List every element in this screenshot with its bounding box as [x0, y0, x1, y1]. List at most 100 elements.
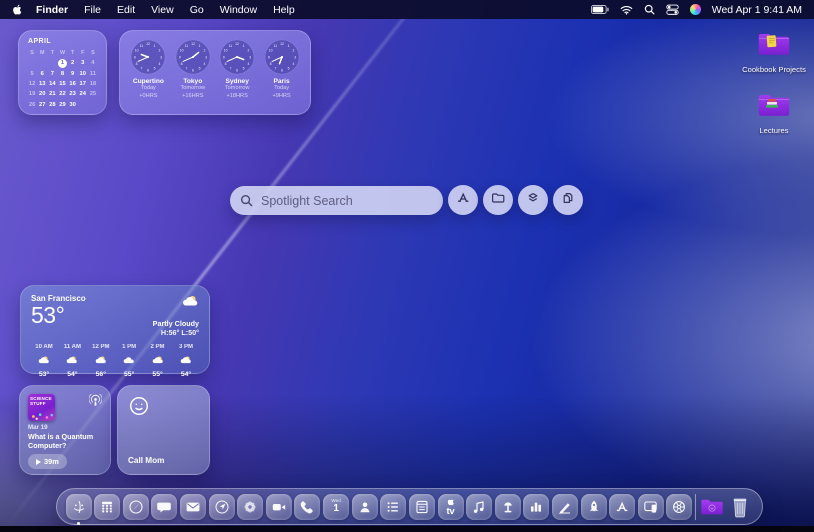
calendar-day[interactable]: 17: [78, 79, 88, 89]
calendar-day[interactable]: 28: [47, 99, 57, 109]
dock-item-reminders[interactable]: [380, 494, 406, 520]
dock-item-facetime[interactable]: [266, 494, 292, 520]
calendar-day[interactable]: 7: [47, 69, 57, 79]
menu-item-file[interactable]: File: [76, 4, 109, 16]
calendar-day[interactable]: 19: [27, 89, 37, 99]
calendar-day[interactable]: 15: [57, 79, 67, 89]
calendar-day[interactable]: 30: [68, 99, 78, 109]
calendar-day[interactable]: 12: [27, 79, 37, 89]
menu-item-view[interactable]: View: [143, 4, 182, 16]
clipboard-filter-button[interactable]: [553, 185, 583, 215]
dock-item-tv[interactable]: tv: [438, 494, 464, 520]
apple-menu-icon[interactable]: [12, 3, 24, 17]
calendar-day[interactable]: 3: [78, 58, 88, 68]
menu-item-go[interactable]: Go: [182, 4, 212, 16]
dock-item-downloads-folder[interactable]: [699, 494, 725, 520]
dock-item-keynote[interactable]: [495, 494, 521, 520]
calendar-widget[interactable]: APRIL SMTWTFS123456789101112131415161718…: [18, 30, 107, 115]
dock-item-messages[interactable]: [151, 494, 177, 520]
dock-item-apps-grid[interactable]: [94, 494, 120, 520]
calendar-day[interactable]: 22: [57, 89, 67, 99]
files-filter-button[interactable]: [483, 185, 513, 215]
shortcuts-filter-button[interactable]: [518, 185, 548, 215]
world-clock-tokyo[interactable]: 123456789101112 TokyoTomorrow+16HRS: [171, 39, 215, 108]
spotlight-search-input[interactable]: [259, 193, 429, 209]
calendar-weekday: S: [27, 48, 37, 58]
dock-item-games-rocket[interactable]: [581, 494, 607, 520]
hour-temp: 55°: [124, 371, 134, 378]
weather-right: Partly Cloudy H:56° L:50°: [153, 294, 199, 337]
dock-item-maps[interactable]: [209, 494, 235, 520]
calendar-day[interactable]: 11: [88, 69, 98, 79]
world-clock-widget[interactable]: 123456789101112 CupertinoToday+0HRS 1234…: [119, 30, 311, 115]
search-icon[interactable]: [644, 4, 655, 15]
desktop-icon-lectures[interactable]: Lectures: [736, 91, 812, 135]
app-store-filter-button[interactable]: [448, 185, 478, 215]
menu-bar-clock[interactable]: Wed Apr 1 9:41 AM: [712, 4, 802, 16]
calendar-day[interactable]: 6: [37, 69, 47, 79]
calendar-day[interactable]: 21: [47, 89, 57, 99]
spotlight-search-bar[interactable]: [230, 186, 443, 215]
calendar-day[interactable]: 27: [37, 99, 47, 109]
shortcut-widget-call-mom[interactable]: Call Mom: [117, 385, 210, 475]
menu-item-window[interactable]: Window: [212, 4, 265, 16]
calendar-day[interactable]: 5: [27, 69, 37, 79]
calendar-day[interactable]: 2: [68, 58, 78, 68]
svg-text:4: 4: [292, 62, 294, 66]
dock-item-safari[interactable]: [123, 494, 149, 520]
calendar-day[interactable]: 23: [68, 89, 78, 99]
calendar-selected-day[interactable]: 1: [58, 59, 67, 68]
podcast-play-button[interactable]: 39m: [28, 454, 67, 469]
calendar-day[interactable]: 13: [37, 79, 47, 89]
control-center-icon[interactable]: [666, 4, 679, 15]
calendar-day[interactable]: 8: [57, 69, 67, 79]
dock-item-notes[interactable]: [409, 494, 435, 520]
calendar-day[interactable]: 24: [78, 89, 88, 99]
dock-item-app-store[interactable]: [609, 494, 635, 520]
mail-icon: [185, 499, 201, 515]
dock-item-finder[interactable]: [66, 494, 92, 520]
desktop-icon-cookbook-projects[interactable]: Cookbook Projects: [736, 30, 812, 74]
calendar-day[interactable]: 26: [27, 99, 37, 109]
menu-item-help[interactable]: Help: [265, 4, 303, 16]
hour-label: 1 PM: [122, 344, 136, 350]
calendar-day[interactable]: 10: [78, 69, 88, 79]
battery-icon[interactable]: [591, 5, 609, 14]
world-clock-cupertino[interactable]: 123456789101112 CupertinoToday+0HRS: [126, 39, 170, 108]
world-clock-paris[interactable]: 123456789101112 ParisToday+9HRS: [260, 39, 304, 108]
dock-item-settings[interactable]: [666, 494, 692, 520]
calendar-day[interactable]: 29: [57, 99, 67, 109]
calendar-day[interactable]: 4: [88, 58, 98, 68]
dock-item-phone[interactable]: [294, 494, 320, 520]
weather-widget[interactable]: San Francisco 53° Partly Cloudy H:56° L:…: [20, 285, 210, 374]
wifi-icon[interactable]: [620, 5, 633, 15]
dock-item-iphone-mirroring[interactable]: [638, 494, 664, 520]
calendar-day[interactable]: 20: [37, 89, 47, 99]
hour-label: 3 PM: [179, 344, 193, 350]
calendar-day[interactable]: 25: [88, 89, 98, 99]
siri-icon[interactable]: [690, 4, 701, 15]
world-clock-sydney[interactable]: 123456789101112 SydneyTomorrow+18HRS: [215, 39, 259, 108]
dock-item-numbers[interactable]: [523, 494, 549, 520]
menu-item-edit[interactable]: Edit: [109, 4, 143, 16]
calendar-day[interactable]: 9: [68, 69, 78, 79]
svg-text:6: 6: [147, 69, 149, 73]
dock-item-contacts[interactable]: [352, 494, 378, 520]
calendar-day[interactable]: 18: [88, 79, 98, 89]
dock-item-pages[interactable]: [552, 494, 578, 520]
svg-text:6: 6: [281, 69, 283, 73]
calendar-day[interactable]: 1: [57, 58, 67, 68]
menu-item-app[interactable]: Finder: [28, 4, 76, 16]
calendar-day[interactable]: 14: [47, 79, 57, 89]
dock-item-music[interactable]: [466, 494, 492, 520]
dock-item-mail[interactable]: [180, 494, 206, 520]
dock-item-trash[interactable]: [727, 494, 753, 520]
podcast-widget[interactable]: SCIENCE STUFF Mar 19 What is a Quantum C…: [19, 385, 111, 475]
calendar-day[interactable]: 16: [68, 79, 78, 89]
svg-text:7: 7: [274, 67, 276, 71]
dock-item-calendar[interactable]: Wed1: [323, 494, 349, 520]
dock-item-photos[interactable]: [237, 494, 263, 520]
svg-text:2: 2: [159, 49, 161, 53]
svg-text:2: 2: [248, 49, 250, 53]
clock-city-day: Tomorrow: [181, 85, 206, 93]
